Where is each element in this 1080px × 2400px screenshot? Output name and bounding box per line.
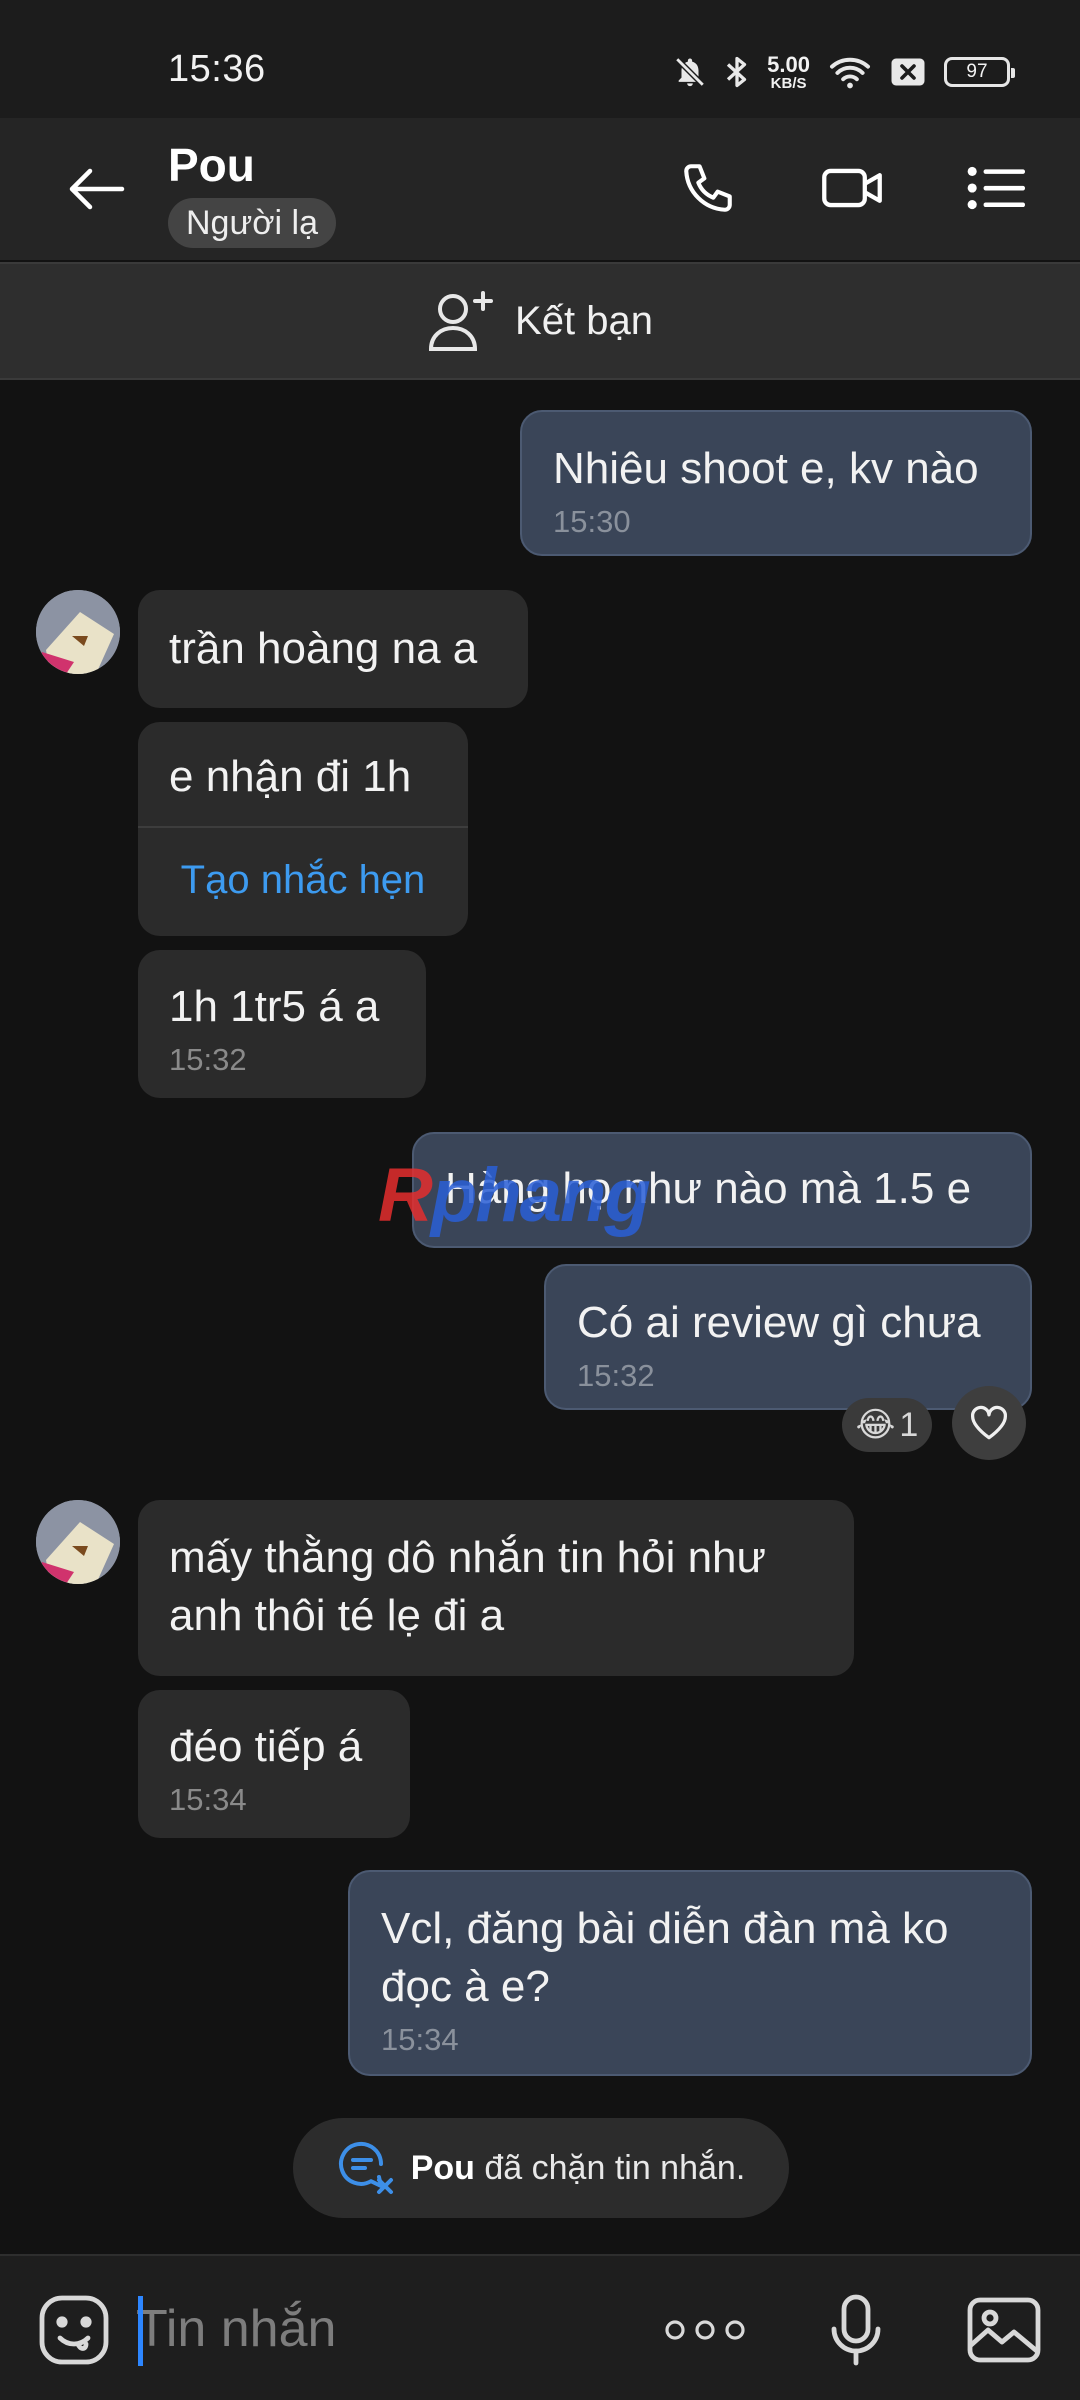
message-text: trần hoàng na a xyxy=(169,624,478,673)
bell-off-icon xyxy=(675,57,705,87)
sim-blocked-icon xyxy=(891,58,925,86)
message-text: Nhiêu shoot e, kv nào xyxy=(553,444,979,493)
status-icons: 5.00 KB/S 97 xyxy=(673,48,1015,96)
message-outgoing[interactable]: Nhiêu shoot e, kv nào 15:30 xyxy=(520,410,1032,556)
react-heart-button[interactable] xyxy=(952,1386,1026,1460)
phone-icon xyxy=(684,164,732,212)
avatar[interactable] xyxy=(36,1500,120,1584)
avatar-image xyxy=(36,590,120,674)
contact-name[interactable]: Pou xyxy=(168,138,255,192)
add-friend-label: Kết bạn xyxy=(515,298,653,343)
message-outgoing[interactable]: Hàng họ như nào mà 1.5 e xyxy=(412,1132,1032,1248)
message-incoming[interactable]: 1h 1tr5 á a 15:32 xyxy=(138,950,426,1098)
avatar[interactable] xyxy=(36,590,120,674)
back-button[interactable] xyxy=(56,156,136,222)
more-options-button[interactable] xyxy=(660,2292,750,2368)
back-arrow-icon xyxy=(69,168,125,210)
video-call-button[interactable] xyxy=(812,148,892,228)
battery-icon: 97 xyxy=(944,57,1015,87)
video-camera-icon xyxy=(822,168,882,208)
add-person-icon xyxy=(429,291,494,351)
create-reminder-link[interactable]: Tạo nhắc hẹn xyxy=(138,858,468,903)
message-time: 15:34 xyxy=(381,2022,459,2057)
reaction-summary[interactable]: 😂 1 xyxy=(842,1398,932,1452)
emoji-face-icon xyxy=(39,2295,109,2365)
laugh-emoji-icon: 😂 xyxy=(855,1406,896,1444)
stranger-badge: Người lạ xyxy=(168,198,336,248)
message-incoming[interactable]: đéo tiếp á 15:34 xyxy=(138,1690,410,1838)
message-text: Vcl, đăng bài diễn đàn mà ko đọc à e? xyxy=(381,1904,949,2011)
voice-call-button[interactable] xyxy=(668,148,748,228)
message-time: 15:32 xyxy=(577,1358,655,1393)
list-menu-icon xyxy=(967,166,1025,210)
reaction-count: 1 xyxy=(899,1405,919,1444)
composer-bar xyxy=(0,2254,1080,2400)
message-input[interactable] xyxy=(136,2286,636,2372)
message-text: 1h 1tr5 á a xyxy=(169,982,380,1031)
net-speed-unit: KB/S xyxy=(770,74,807,92)
wifi-icon xyxy=(830,57,870,89)
bluetooth-icon xyxy=(727,56,747,88)
message-incoming[interactable]: e nhận đi 1h Tạo nhắc hẹn xyxy=(138,722,468,936)
image-gallery-icon xyxy=(967,2297,1041,2363)
message-text: mấy thằng dô nhắn tin hỏi như anh thôi t… xyxy=(169,1533,766,1640)
message-outgoing[interactable]: Vcl, đăng bài diễn đàn mà ko đọc à e? 15… xyxy=(348,1870,1032,2076)
message-outgoing[interactable]: Có ai review gì chưa 15:32 xyxy=(544,1264,1032,1410)
blocked-chat-icon xyxy=(338,2141,393,2194)
blocked-text: Pou đã chặn tin nhắn. xyxy=(411,2149,746,2188)
blocked-name: Pou xyxy=(410,2148,475,2187)
message-time: 15:30 xyxy=(553,504,631,539)
message-incoming[interactable]: mấy thằng dô nhắn tin hỏi như anh thôi t… xyxy=(138,1500,854,1676)
blocked-notice: Pou đã chặn tin nhắn. xyxy=(293,2118,789,2218)
message-incoming[interactable]: trần hoàng na a xyxy=(138,590,528,708)
sticker-button[interactable] xyxy=(36,2292,112,2368)
microphone-icon xyxy=(831,2294,881,2366)
message-text: e nhận đi 1h xyxy=(169,752,412,801)
divider xyxy=(138,826,468,828)
status-time: 15:36 xyxy=(168,48,266,90)
add-friend-button[interactable]: Kết bạn xyxy=(0,262,1080,380)
voice-record-button[interactable] xyxy=(818,2286,894,2374)
more-dots-icon xyxy=(665,2320,745,2340)
status-bar: 15:36 5.00 KB/S 97 xyxy=(0,0,1080,118)
text-cursor xyxy=(138,2296,143,2366)
heart-icon xyxy=(970,1405,1008,1440)
net-speed-value: 5.00 xyxy=(767,51,810,77)
chat-header: Pou Người lạ xyxy=(0,118,1080,260)
message-time: 15:32 xyxy=(169,1042,247,1077)
message-time: 15:34 xyxy=(169,1782,247,1817)
message-text: Hàng họ như nào mà 1.5 e xyxy=(445,1164,972,1213)
net-speed: 5.00 KB/S xyxy=(767,51,810,92)
gallery-button[interactable] xyxy=(964,2292,1044,2368)
message-text: Có ai review gì chưa xyxy=(577,1298,981,1347)
message-text: đéo tiếp á xyxy=(169,1722,363,1771)
blocked-message: đã chặn tin nhắn. xyxy=(474,2148,746,2187)
options-button[interactable] xyxy=(956,148,1036,228)
avatar-image xyxy=(36,1500,120,1584)
